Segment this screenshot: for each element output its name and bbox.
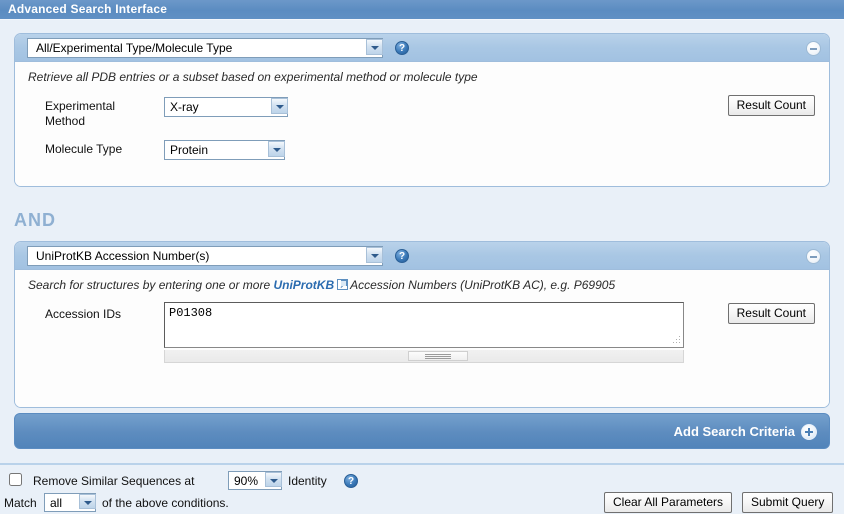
remove-similar-sequences-checkbox[interactable] <box>9 473 22 486</box>
plus-circle-icon[interactable] <box>801 424 817 440</box>
add-search-criteria-label: Add Search Criteria <box>673 424 795 439</box>
accession-ids-label: Accession IDs <box>45 307 122 321</box>
collapse-panel-button-experimental[interactable] <box>806 41 821 56</box>
criteria-select-experimental[interactable]: All/Experimental Type/Molecule Type <box>27 38 383 58</box>
search-criteria-panel-uniprot: UniProtKB Accession Number(s) ? Search f… <box>14 241 830 408</box>
body-area: All/Experimental Type/Molecule Type ? Re… <box>0 20 844 463</box>
match-label-post: of the above conditions. <box>102 496 229 510</box>
match-condition-select[interactable]: all <box>44 493 96 512</box>
search-criteria-panel-experimental: All/Experimental Type/Molecule Type ? Re… <box>14 33 830 187</box>
accession-ids-field-group: P01308 <box>164 302 684 363</box>
accession-ids-textarea[interactable]: P01308 <box>164 302 684 348</box>
add-search-criteria-bar[interactable]: Add Search Criteria <box>14 413 830 449</box>
criteria-select-uniprot[interactable]: UniProtKB Accession Number(s) <box>27 246 383 266</box>
result-count-button-uniprot[interactable]: Result Count <box>727 303 815 324</box>
operator-and: AND <box>14 210 56 230</box>
match-label-pre: Match <box>4 496 37 510</box>
external-link-icon[interactable] <box>337 279 349 290</box>
experimental-method-select[interactable]: X-ray <box>164 97 288 117</box>
description-post: Accession Numbers (UniProtKB AC), e.g. P… <box>350 278 616 292</box>
panel-body-experimental: Retrieve all PDB entries or a subset bas… <box>15 62 829 186</box>
footer-bar: Remove Similar Sequences at 90% Identity… <box>0 463 844 514</box>
panel-header-uniprot: UniProtKB Accession Number(s) ? <box>15 242 829 270</box>
experimental-method-label: Experimental Method <box>45 99 116 128</box>
panel-body-uniprot: Search for structures by entering one or… <box>15 270 829 407</box>
identity-percent-select[interactable]: 90% <box>228 471 282 490</box>
description-pre: Search for structures by entering one or… <box>28 278 274 292</box>
advanced-search-page: Advanced Search Interface All/Experiment… <box>0 0 844 514</box>
panel-header-experimental: All/Experimental Type/Molecule Type ? <box>15 34 829 62</box>
uniprotkb-link[interactable]: UniProtKB <box>273 278 334 292</box>
horizontal-scrollbar[interactable] <box>164 350 684 363</box>
collapse-panel-button-uniprot[interactable] <box>806 249 821 264</box>
clear-all-parameters-button[interactable]: Clear All Parameters <box>604 492 733 513</box>
identity-label: Identity <box>288 474 327 488</box>
molecule-type-label: Molecule Type <box>45 142 123 156</box>
page-title: Advanced Search Interface <box>8 2 168 16</box>
help-icon-identity[interactable]: ? <box>344 474 358 488</box>
title-bar: Advanced Search Interface <box>0 0 844 20</box>
panel-description-experimental: Retrieve all PDB entries or a subset bas… <box>28 70 478 84</box>
result-count-button-experimental[interactable]: Result Count <box>727 95 815 116</box>
scrollbar-thumb[interactable] <box>408 351 468 361</box>
help-icon-experimental[interactable]: ? <box>395 41 409 55</box>
panel-description-uniprot: Search for structures by entering one or… <box>28 278 615 292</box>
molecule-type-select[interactable]: Protein <box>164 140 285 160</box>
help-icon-uniprot[interactable]: ? <box>395 249 409 263</box>
remove-similar-label-pre: Remove Similar Sequences at <box>33 474 195 488</box>
submit-query-button[interactable]: Submit Query <box>742 492 834 513</box>
